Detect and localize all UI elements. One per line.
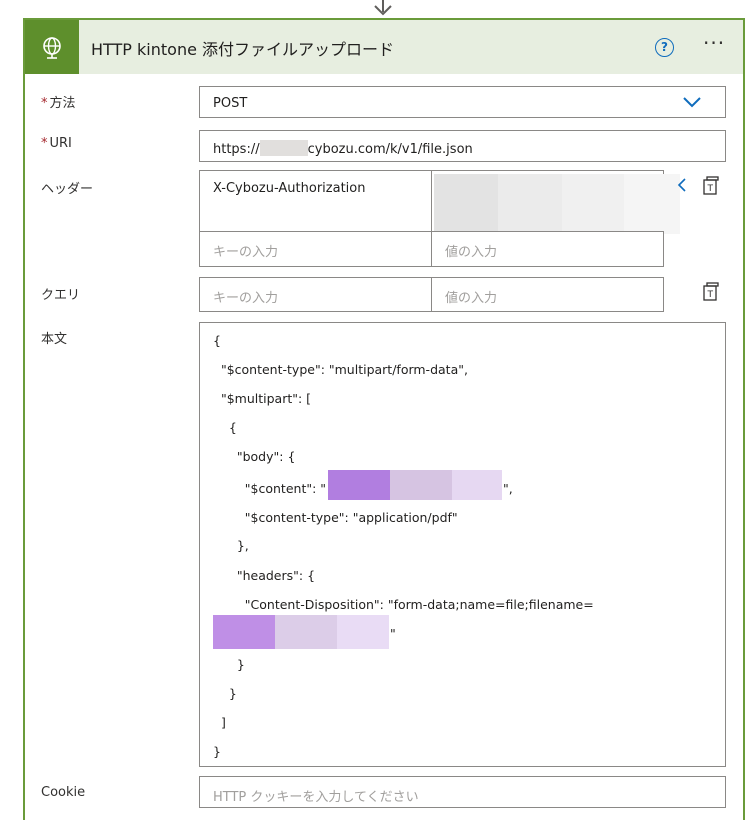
body-label: 本文	[41, 332, 68, 347]
header-key-input[interactable]: キーの入力	[199, 231, 432, 267]
headers-label: ヘッダー	[41, 182, 94, 197]
code-line: {	[213, 333, 221, 348]
header-value-cell[interactable]	[431, 170, 680, 234]
query-value-input[interactable]: 値の入力	[431, 277, 664, 312]
code-line: }	[213, 686, 237, 701]
header-key-value: X-Cybozu-Authorization	[213, 181, 366, 196]
chevron-down-icon	[683, 97, 701, 108]
redacted-content-token	[328, 470, 390, 500]
cookie-label: Cookie	[41, 785, 86, 800]
redacted-block	[434, 174, 498, 234]
delete-row-icon[interactable]: T	[701, 282, 721, 302]
header-value-input[interactable]: 値の入力	[431, 231, 664, 267]
method-dropdown[interactable]: POST	[199, 86, 726, 118]
uri-value: https:// cybozu.com/k/v1/file.json	[213, 140, 473, 157]
redacted-content-token	[452, 470, 502, 500]
code-line: "$content": "	[213, 481, 327, 496]
body-editor[interactable]: { "$content-type": "multipart/form-data"…	[199, 322, 726, 767]
connector-arrow-icon	[374, 0, 392, 16]
card-title[interactable]: HTTP kintone 添付ファイルアップロード	[91, 36, 394, 60]
uri-label: * URI	[41, 136, 72, 151]
code-line: "$multipart": [	[213, 391, 312, 406]
method-label: * 方法	[41, 96, 76, 111]
code-line: },	[213, 538, 249, 553]
redacted-block	[624, 174, 680, 234]
delete-row-icon[interactable]: T	[701, 176, 721, 196]
header-key-cell[interactable]: X-Cybozu-Authorization	[199, 170, 432, 232]
redacted-filename-token	[213, 615, 275, 649]
redacted-filename-token	[337, 615, 389, 649]
code-line: "headers": {	[213, 568, 316, 583]
uri-redacted-host	[259, 140, 308, 156]
code-line: "$content-type": "application/pdf"	[213, 510, 458, 525]
method-value: POST	[213, 96, 248, 111]
uri-input[interactable]: https:// cybozu.com/k/v1/file.json	[199, 130, 726, 162]
code-line: ",	[503, 481, 513, 496]
redacted-filename-token	[275, 615, 337, 649]
placeholder: キーの入力	[213, 245, 279, 260]
placeholder: 値の入力	[445, 291, 498, 306]
http-action-card: HTTP kintone 添付ファイルアップロード ? ··· * 方法 POST…	[23, 18, 745, 820]
redacted-block	[498, 174, 562, 234]
svg-text:T: T	[707, 184, 714, 194]
query-label: クエリ	[41, 288, 81, 303]
placeholder: キーの入力	[213, 291, 279, 306]
code-line: "	[390, 626, 396, 641]
code-line: {	[213, 420, 237, 435]
globe-icon	[25, 20, 79, 74]
help-icon[interactable]: ?	[655, 38, 674, 57]
redacted-content-token	[390, 470, 452, 500]
code-line: ]	[213, 715, 226, 730]
svg-text:T: T	[707, 290, 714, 300]
code-line: "Content-Disposition": "form-data;name=f…	[213, 597, 594, 612]
placeholder: 値の入力	[445, 245, 498, 260]
query-key-input[interactable]: キーの入力	[199, 277, 432, 312]
more-options-icon[interactable]: ···	[703, 31, 725, 55]
cookie-placeholder: HTTP クッキーを入力してください	[213, 790, 419, 805]
chevron-left-icon[interactable]	[677, 178, 687, 192]
uri-suffix: cybozu.com/k/v1/file.json	[307, 142, 473, 157]
code-line: "body": {	[213, 449, 296, 464]
code-line: "$content-type": "multipart/form-data",	[213, 362, 468, 377]
uri-prefix: https://	[213, 142, 260, 157]
redacted-block	[562, 174, 624, 234]
code-line: }	[213, 744, 221, 759]
cookie-input[interactable]: HTTP クッキーを入力してください	[199, 776, 726, 808]
code-line: }	[213, 657, 245, 672]
card-header[interactable]: HTTP kintone 添付ファイルアップロード ? ···	[25, 20, 743, 74]
